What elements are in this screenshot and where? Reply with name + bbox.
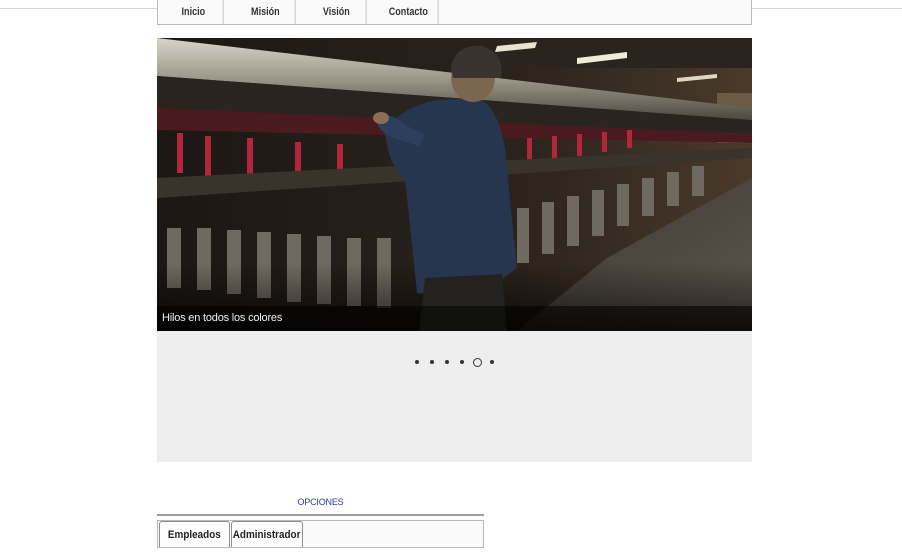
textile-factory-photo xyxy=(157,38,752,331)
tab-empleados[interactable]: Empleados xyxy=(159,521,230,547)
options-heading: OPCIONES xyxy=(297,497,344,507)
nav-contacto[interactable]: Contacto xyxy=(379,0,438,24)
slider-dot-4[interactable] xyxy=(455,355,470,369)
slider-dot-3[interactable] xyxy=(440,355,455,369)
nav-mision-label: Misión xyxy=(250,6,280,18)
options-divider xyxy=(157,514,484,516)
slide-image[interactable]: Hilos en todos los colores xyxy=(157,38,752,331)
nav-vision-label: Visión xyxy=(322,6,350,18)
main-nav: Inicio Misión Visión Contacto xyxy=(157,0,752,25)
slider-dot-5-active[interactable] xyxy=(470,355,485,369)
tab-administrador[interactable]: Administrador xyxy=(231,521,303,547)
slider-pagination xyxy=(157,355,752,369)
image-slider: Hilos en todos los colores xyxy=(157,38,752,462)
nav-contacto-label: Contacto xyxy=(388,6,428,18)
nav-vision[interactable]: Visión xyxy=(307,0,367,24)
slider-dot-1[interactable] xyxy=(410,355,425,369)
options-tabs: Empleados Administrador xyxy=(157,520,484,548)
nav-mision[interactable]: Misión xyxy=(236,0,295,24)
slider-dot-2[interactable] xyxy=(425,355,440,369)
slide-caption: Hilos en todos los colores xyxy=(162,312,283,324)
slider-dot-6[interactable] xyxy=(485,355,500,369)
nav-inicio[interactable]: Inicio xyxy=(164,0,224,24)
nav-empty-space xyxy=(444,0,751,24)
tab-empleados-label: Empleados xyxy=(168,528,221,541)
slide-caption-bar: Hilos en todos los colores xyxy=(157,306,752,331)
nav-inicio-label: Inicio xyxy=(181,6,206,18)
tab-administrador-label: Administrador xyxy=(233,528,301,541)
